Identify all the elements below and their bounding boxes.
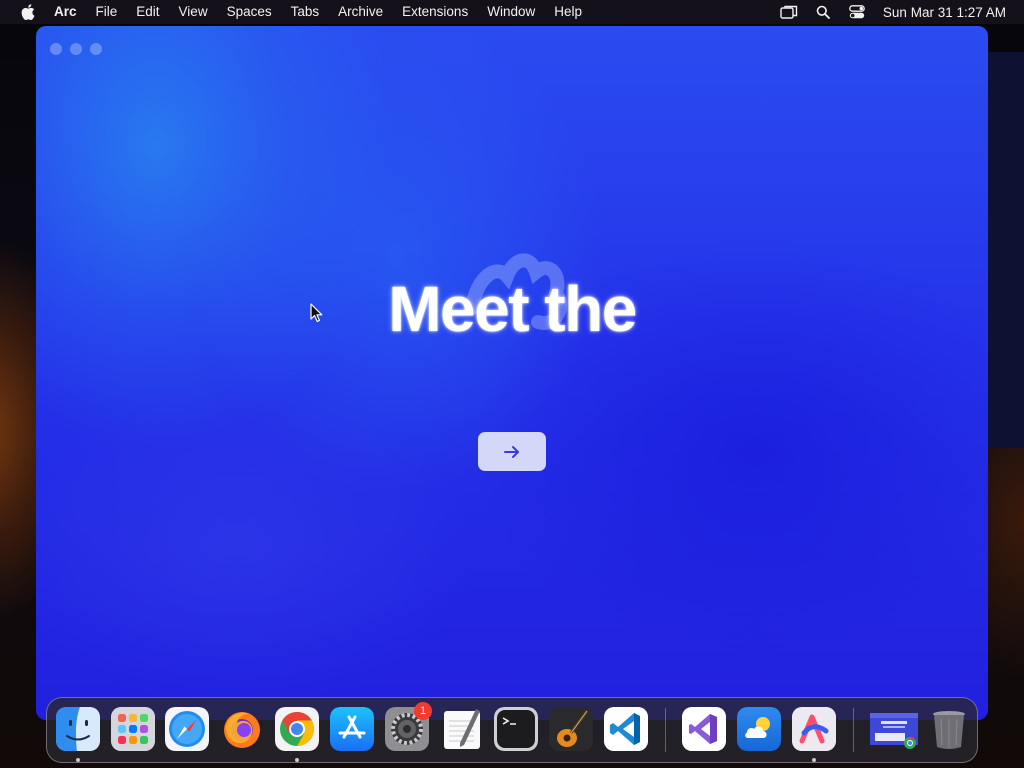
menu-bar: Arc File Edit View Spaces Tabs Archive E…	[0, 0, 1024, 24]
arc-icon[interactable]	[792, 707, 836, 751]
menu-archive[interactable]: Archive	[338, 0, 383, 24]
window-close-button[interactable]	[50, 43, 62, 55]
onboarding-headline: Meet the	[388, 273, 637, 345]
chrome-web-app-thumbnail-icon[interactable]	[869, 707, 919, 751]
visual-studio-icon[interactable]	[682, 707, 726, 751]
textedit-icon[interactable]	[440, 707, 484, 751]
finder-running-indicator	[76, 758, 80, 762]
menu-clock[interactable]: Sun Mar 31 1:27 AM	[883, 5, 1006, 20]
arrow-right-icon	[504, 445, 519, 458]
dock-separator	[853, 708, 854, 752]
vscode-icon[interactable]	[604, 707, 648, 751]
next-button[interactable]	[478, 432, 546, 471]
menu-app-name[interactable]: Arc	[54, 0, 77, 24]
menu-file[interactable]: File	[96, 0, 118, 24]
menu-edit[interactable]: Edit	[136, 0, 159, 24]
dock: 1	[46, 697, 978, 763]
menu-view[interactable]: View	[179, 0, 208, 24]
background-window-edge	[985, 52, 1024, 448]
trash-icon[interactable]	[927, 707, 971, 751]
window-zoom-button[interactable]	[90, 43, 102, 55]
apple-logo-icon[interactable]	[17, 0, 39, 24]
menu-extensions[interactable]: Extensions	[402, 0, 468, 24]
menu-spaces[interactable]: Spaces	[227, 0, 272, 24]
mouse-cursor-icon	[310, 303, 323, 322]
arc-onboarding-window: Meet the	[36, 26, 988, 720]
app-store-icon[interactable]	[330, 707, 374, 751]
control-center-icon[interactable]	[847, 0, 867, 24]
terminal-icon[interactable]	[494, 707, 538, 751]
launchpad-icon[interactable]	[111, 707, 155, 751]
window-minimize-button[interactable]	[70, 43, 82, 55]
dock-separator	[665, 708, 666, 752]
firefox-icon[interactable]	[220, 707, 264, 751]
weather-icon[interactable]	[737, 707, 781, 751]
arc-running-indicator	[812, 758, 816, 762]
screen-mirroring-icon[interactable]	[779, 0, 799, 24]
window-traffic-lights	[50, 43, 102, 55]
menu-tabs[interactable]: Tabs	[291, 0, 320, 24]
safari-icon[interactable]	[165, 707, 209, 751]
search-icon[interactable]	[813, 0, 833, 24]
chrome-running-indicator	[295, 758, 299, 762]
garageband-icon[interactable]	[549, 707, 593, 751]
finder-icon[interactable]	[56, 707, 100, 751]
menu-window[interactable]: Window	[487, 0, 535, 24]
chrome-icon[interactable]	[275, 707, 319, 751]
menu-help[interactable]: Help	[554, 0, 582, 24]
settings-notification-badge: 1	[414, 702, 432, 720]
